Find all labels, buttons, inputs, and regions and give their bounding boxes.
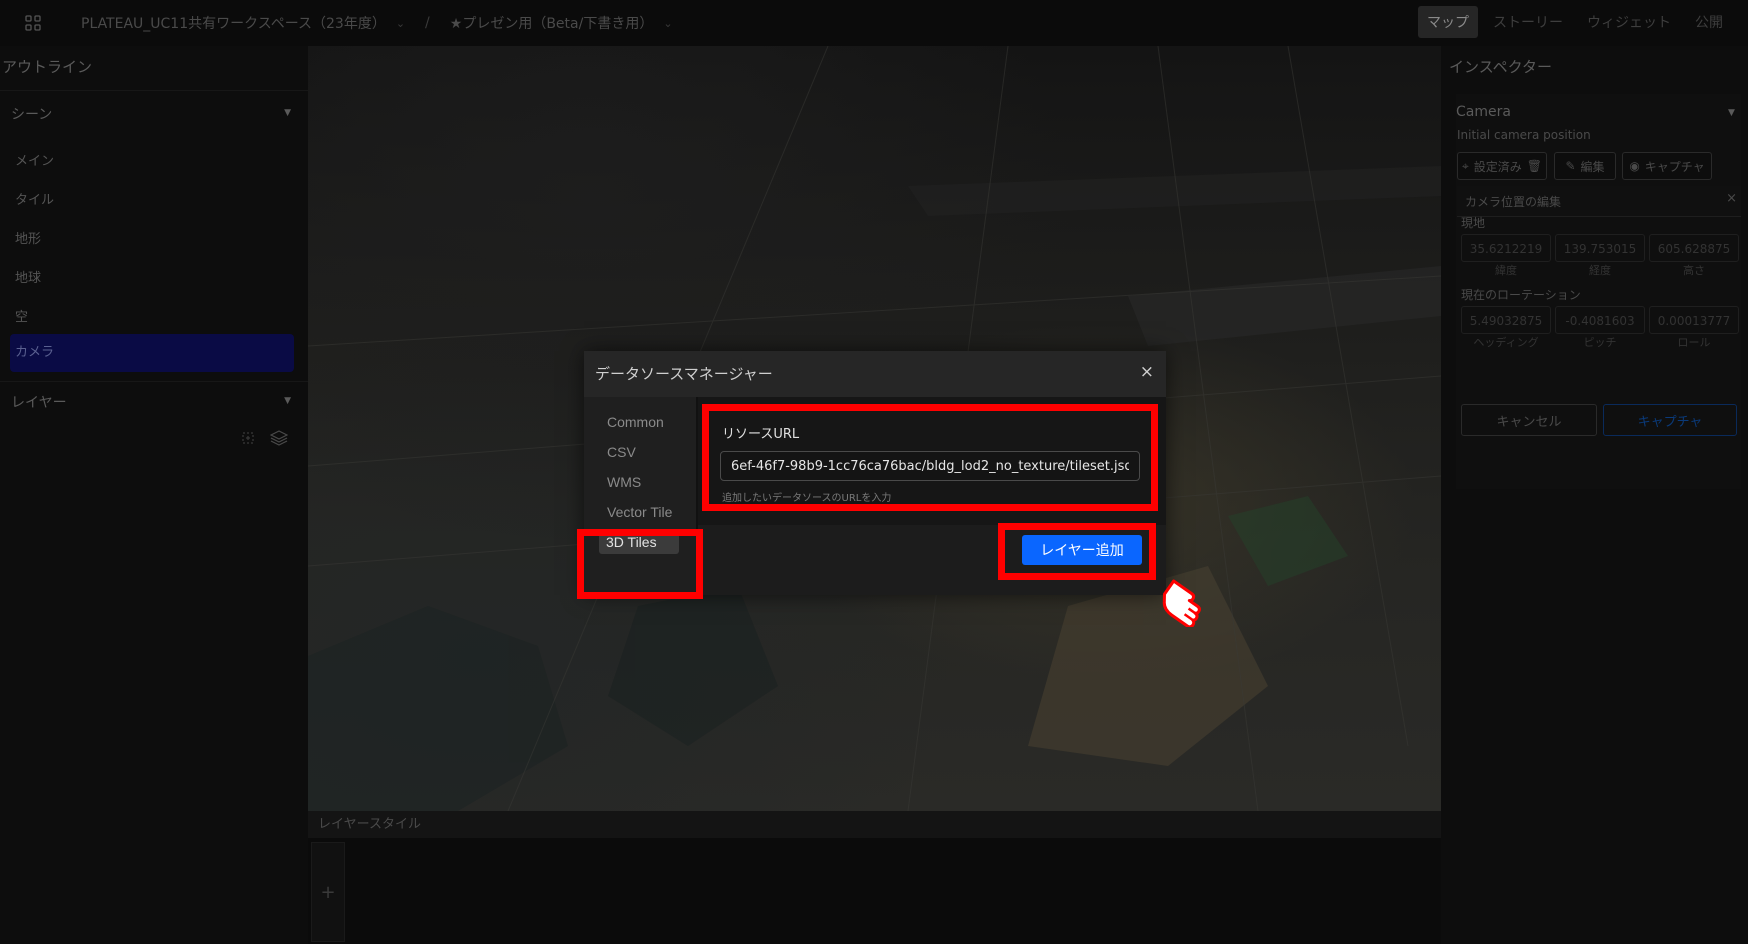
source-tab-csv[interactable]: CSV	[607, 444, 636, 460]
roll-label: ロール	[1677, 336, 1711, 349]
camera-edit-header: カメラ位置の編集 ×	[1457, 186, 1741, 217]
camera-edit-title: カメラ位置の編集	[1465, 195, 1562, 209]
layer-style-label: レイヤースタイル	[318, 817, 421, 832]
top-header: PLATEAU_UC11共有ワークスペース（23年度） ⌄ / ★プレゼン用（B…	[0, 0, 1748, 46]
divider	[0, 381, 308, 382]
pencil-icon: ✎	[1565, 159, 1576, 173]
project-selector[interactable]: ★プレゼン用（Beta/下書き用） ⌄	[450, 13, 673, 33]
source-tab-vector-tile[interactable]: Vector Tile	[607, 504, 672, 520]
caret-down-icon: ▼	[284, 108, 291, 118]
trash-icon: 🗑	[1526, 159, 1542, 173]
initial-camera-label: Initial camera position	[1457, 128, 1591, 142]
inspector-panel: インスペクター Camera ▼ Initial camera position…	[1441, 46, 1748, 944]
resource-url-label: リソースURL	[722, 427, 800, 442]
edit-button[interactable]: ✎ 編集	[1554, 152, 1616, 180]
modal-title: データソースマネージャー	[595, 365, 773, 383]
scene-item-sky[interactable]: 空	[15, 306, 28, 325]
camera-capture-button[interactable]: キャプチャ	[1603, 404, 1737, 436]
modal-header: データソースマネージャー ×	[584, 351, 1166, 397]
rotation-label: 現在のローテーション	[1461, 288, 1581, 302]
camera-cancel-button[interactable]: キャンセル	[1461, 404, 1597, 436]
scene-item-tile[interactable]: タイル	[15, 189, 54, 208]
top-tabs: マップ ストーリー ウィジェット 公開	[1418, 6, 1732, 38]
pointing-hand-icon	[1158, 567, 1228, 631]
scene-section-header[interactable]: シーン ▼	[11, 104, 291, 124]
source-tab-3d-tiles[interactable]: 3D Tiles	[599, 530, 679, 554]
layer-section-header[interactable]: レイヤー ▼	[11, 392, 291, 412]
source-type-list: Common CSV WMS Vector Tile 3D Tiles	[584, 397, 696, 595]
add-style-button[interactable]: +	[311, 842, 345, 942]
scene-item-camera[interactable]: カメラ	[10, 334, 294, 372]
app-root: PLATEAU_UC11共有ワークスペース（23年度） ⌄ / ★プレゼン用（B…	[0, 0, 1748, 944]
heading-field[interactable]: 5.49032875	[1461, 306, 1551, 334]
inspector-title: インスペクター	[1449, 58, 1553, 76]
configured-label: 設定済み	[1473, 159, 1522, 174]
layer-style-area: +	[308, 838, 1441, 944]
scene-item-globe[interactable]: 地球	[15, 267, 41, 286]
chevron-down-icon: ⌄	[663, 16, 673, 30]
chevron-down-icon: ⌄	[395, 16, 406, 30]
latitude-field[interactable]: 35.6212219	[1461, 234, 1551, 262]
scene-section-label: シーン	[11, 107, 53, 123]
project-name: ★プレゼン用（Beta/下書き用）	[449, 16, 654, 32]
capture-button[interactable]: ◉ キャプチャ	[1622, 152, 1712, 180]
divider	[0, 90, 308, 91]
source-tab-common[interactable]: Common	[607, 414, 664, 430]
tab-map[interactable]: マップ	[1418, 6, 1478, 38]
camera-icon: ◉	[1629, 159, 1640, 173]
resource-url-input[interactable]	[720, 451, 1140, 481]
layer-style-bar: レイヤースタイル	[308, 811, 1441, 838]
scene-item-terrain[interactable]: 地形	[15, 228, 41, 247]
pitch-field[interactable]: -0.4081603	[1555, 306, 1645, 334]
layer-section-label: レイヤー	[11, 395, 67, 411]
configured-button[interactable]: ⌖ 設定済み 🗑	[1457, 152, 1547, 180]
resource-url-hint: 追加したいデータソースのURLを入力	[722, 493, 892, 504]
height-field[interactable]: 605.628875	[1649, 234, 1739, 262]
breadcrumb-separator: /	[425, 15, 430, 31]
close-icon[interactable]: ×	[1140, 362, 1154, 382]
layer-tools	[240, 430, 289, 450]
caret-down-icon: ▼	[284, 396, 291, 406]
edit-label: 編集	[1580, 159, 1605, 174]
add-layer-button[interactable]: レイヤー追加	[1022, 535, 1142, 565]
add-layer-icon[interactable]	[240, 430, 256, 450]
longitude-field[interactable]: 139.753015	[1555, 234, 1645, 262]
pitch-label: ピッチ	[1583, 336, 1617, 349]
longitude-label: 経度	[1589, 264, 1611, 277]
tab-publish[interactable]: 公開	[1686, 6, 1732, 38]
crosshair-icon: ⌖	[1461, 158, 1469, 173]
current-location-label: 現地	[1461, 216, 1486, 230]
caret-down-icon: ▼	[1728, 108, 1735, 118]
scene-item-main[interactable]: メイン	[15, 150, 54, 169]
capture-label: キャプチャ	[1644, 159, 1705, 174]
close-icon[interactable]: ×	[1726, 191, 1737, 206]
outline-panel: アウトライン シーン ▼ メイン タイル 地形 地球 空 カメラ レイヤー ▼	[0, 46, 308, 944]
heading-label: ヘッディング	[1473, 336, 1539, 349]
tab-widget[interactable]: ウィジェット	[1578, 6, 1680, 38]
height-label: 高さ	[1683, 264, 1705, 277]
outline-title: アウトライン	[2, 58, 93, 76]
workspace-name: PLATEAU_UC11共有ワークスペース（23年度）	[81, 16, 386, 32]
latitude-label: 緯度	[1495, 264, 1517, 277]
camera-header[interactable]: Camera	[1456, 104, 1511, 120]
roll-field[interactable]: 0.00013777	[1649, 306, 1739, 334]
data-source-manager-modal: データソースマネージャー × Common CSV WMS Vector Til…	[584, 351, 1166, 595]
layers-icon[interactable]	[269, 430, 289, 450]
grid-icon[interactable]	[16, 6, 50, 40]
workspace-selector[interactable]: PLATEAU_UC11共有ワークスペース（23年度） ⌄	[81, 13, 405, 33]
source-tab-wms[interactable]: WMS	[607, 474, 641, 490]
tab-story[interactable]: ストーリー	[1484, 6, 1572, 38]
